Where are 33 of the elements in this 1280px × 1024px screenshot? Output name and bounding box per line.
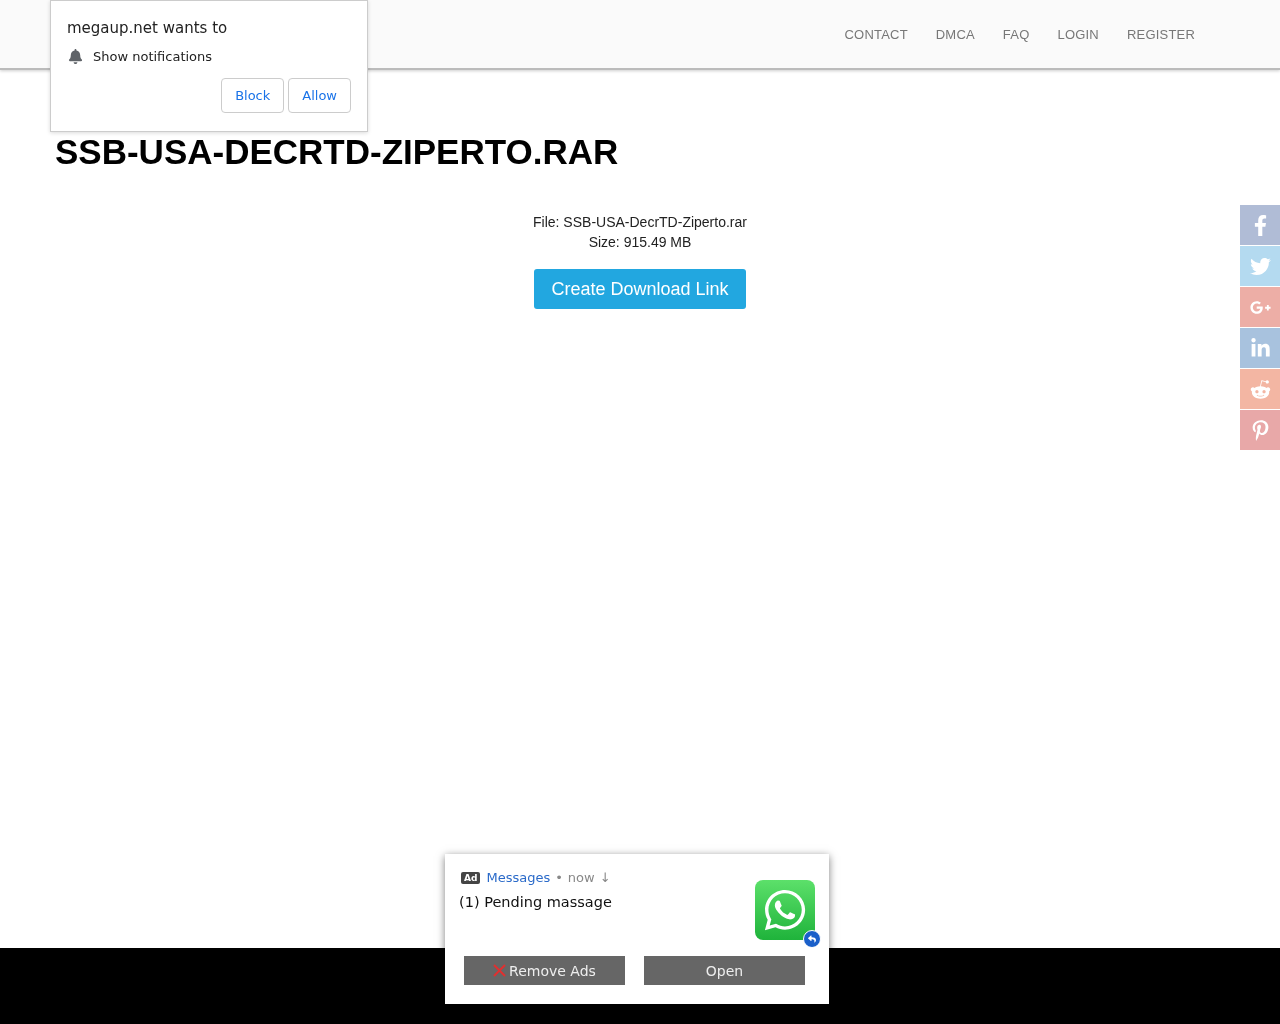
nav-link[interactable]: LOGIN — [1057, 26, 1099, 42]
linkedin-share-button[interactable] — [1240, 328, 1280, 368]
reddit-share-button[interactable] — [1240, 369, 1280, 409]
googleplus-share-button[interactable] — [1240, 287, 1280, 327]
nav-link[interactable]: FAQ — [1002, 26, 1030, 42]
file-name: File: SSB-USA-DecrTD-Ziperto.rar — [533, 213, 747, 232]
nav-link[interactable]: CONTACT — [844, 26, 908, 42]
reddit-icon — [1249, 378, 1271, 400]
source-label: Messages — [486, 870, 551, 885]
create-download-link-button[interactable]: Create Download Link — [534, 269, 746, 309]
arrow-glyph: ↓ — [599, 870, 611, 885]
time-label: now — [567, 870, 595, 885]
permission-button[interactable]: Block — [221, 78, 285, 113]
ad-badge: Ad — [461, 871, 481, 884]
separator-dot: • — [555, 870, 563, 885]
remove-ads-button[interactable]: Remove Ads — [464, 956, 625, 985]
linkedin-icon — [1249, 337, 1271, 359]
permission-button[interactable]: Allow — [288, 78, 351, 113]
nav-link[interactable]: REGISTER — [1126, 26, 1195, 42]
pinterest-share-button[interactable] — [1240, 410, 1280, 450]
close-icon — [493, 964, 507, 977]
page-title: SSB-USA-DECRTD-ZIPERTO.RAR — [55, 132, 620, 172]
twitter-share-button[interactable] — [1240, 246, 1280, 286]
twitter-icon — [1249, 255, 1271, 277]
bell-icon — [68, 49, 83, 64]
file-size: Size: 915.49 MB — [588, 233, 692, 252]
facebook-share-button[interactable] — [1240, 205, 1280, 245]
permission-label: Show notifications — [93, 49, 213, 64]
nav-link[interactable]: DMCA — [935, 26, 975, 42]
reply-icon — [803, 930, 821, 948]
ad-message: (1) Pending massage — [459, 894, 612, 910]
open-button[interactable]: Open — [644, 956, 805, 985]
popup-title: megaup.net wants to — [67, 19, 229, 37]
